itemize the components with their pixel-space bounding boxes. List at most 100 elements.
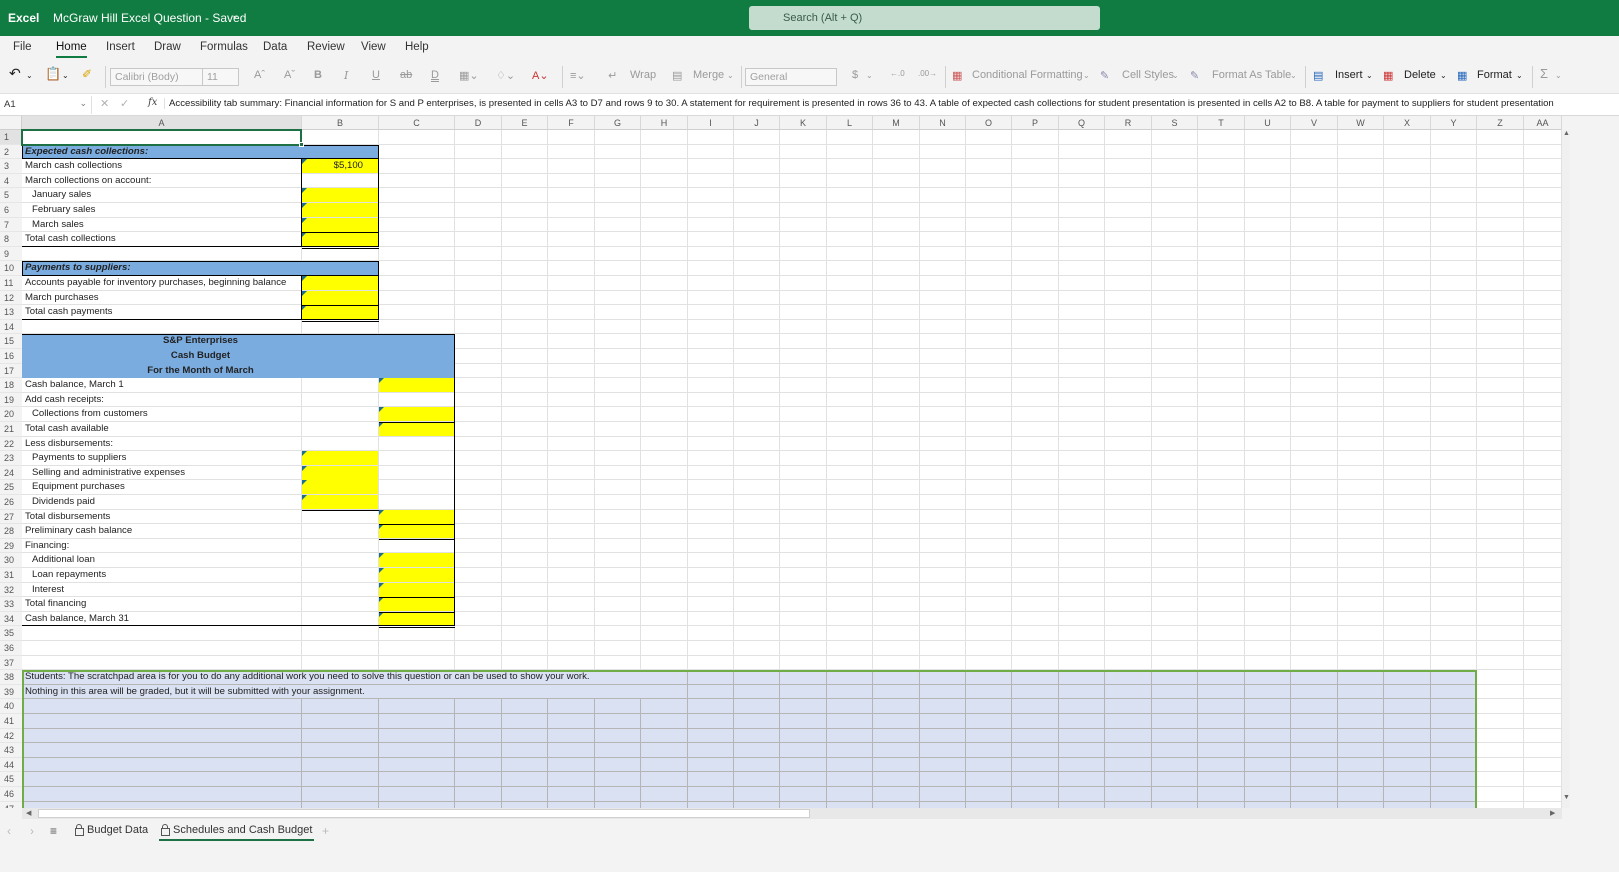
chevron-down-icon[interactable]: ⌄ xyxy=(1366,71,1373,80)
input-cell-c28[interactable] xyxy=(379,524,454,539)
cell-a15[interactable]: S&P Enterprises xyxy=(22,334,379,349)
name-box[interactable]: A1 ⌄ xyxy=(0,96,92,114)
column-header-w[interactable]: W xyxy=(1338,116,1384,130)
horizontal-scrollbar[interactable]: ◀ ▶ xyxy=(22,808,1562,819)
column-header-b[interactable]: B xyxy=(302,116,379,130)
strikethrough-icon[interactable]: ab xyxy=(400,69,412,81)
row-header-17[interactable]: 17 xyxy=(0,363,22,379)
row-header-2[interactable]: 2 xyxy=(0,144,22,160)
cell-a24[interactable]: Selling and administrative expenses xyxy=(32,466,185,481)
row-header-26[interactable]: 26 xyxy=(0,495,22,510)
conditional-formatting-icon[interactable]: ▦ xyxy=(952,69,962,82)
chevron-down-icon[interactable]: ⌄ xyxy=(231,10,239,21)
row-header-1[interactable]: 1 xyxy=(0,130,22,145)
bold-icon[interactable]: B xyxy=(314,69,322,81)
row-header-23[interactable]: 23 xyxy=(0,451,22,466)
document-title[interactable]: McGraw Hill Excel Question - Saved xyxy=(53,11,246,25)
double-underline-icon[interactable]: D xyxy=(431,69,439,81)
row-header-8[interactable]: 8 xyxy=(0,232,22,247)
format-painter-icon[interactable]: ✐ xyxy=(82,67,92,81)
cell-a7[interactable]: March sales xyxy=(32,218,84,233)
all-sheets-menu-icon[interactable]: ≡ xyxy=(50,824,57,838)
scroll-left-icon[interactable]: ◀ xyxy=(26,809,31,817)
italic-icon[interactable]: I xyxy=(344,69,348,82)
column-header-o[interactable]: O xyxy=(966,116,1012,130)
cell-a27[interactable]: Total disbursements xyxy=(25,510,110,525)
column-header-g[interactable]: G xyxy=(595,116,641,130)
column-header-m[interactable]: M xyxy=(873,116,920,130)
column-header-u[interactable]: U xyxy=(1245,116,1291,130)
row-header-31[interactable]: 31 xyxy=(0,568,22,583)
sheet-tab-schedules-and-cash-budget[interactable]: Schedules and Cash Budget xyxy=(158,824,315,841)
chevron-down-icon[interactable]: ⌄ xyxy=(866,71,873,80)
row-header-24[interactable]: 24 xyxy=(0,465,22,481)
column-header-c[interactable]: C xyxy=(379,116,455,130)
row-header-20[interactable]: 20 xyxy=(0,407,22,422)
conditional-formatting-button[interactable]: Conditional Formatting xyxy=(972,69,1083,81)
row-header-21[interactable]: 21 xyxy=(0,422,22,437)
row-header-9[interactable]: 9 xyxy=(0,246,22,262)
row-header-37[interactable]: 37 xyxy=(0,655,22,671)
cell-a19[interactable]: Add cash receipts: xyxy=(25,393,104,408)
row-header-30[interactable]: 30 xyxy=(0,553,22,568)
cell-styles-button[interactable]: Cell Styles xyxy=(1122,69,1174,81)
font-size-select[interactable]: 11 xyxy=(202,68,239,86)
input-cell-c18[interactable] xyxy=(379,378,454,393)
insert-cells-button[interactable]: Insert xyxy=(1335,69,1363,81)
row-header-34[interactable]: 34 xyxy=(0,611,22,627)
column-header-d[interactable]: D xyxy=(455,116,502,130)
column-header-l[interactable]: L xyxy=(827,116,873,130)
input-cell-b6[interactable] xyxy=(302,203,378,218)
increase-decimal-icon[interactable]: ←.0 xyxy=(890,69,905,78)
chevron-down-icon[interactable]: ⌄ xyxy=(1172,71,1179,80)
chevron-down-icon[interactable]: ⌄ xyxy=(1516,71,1523,80)
format-as-table-button[interactable]: Format As Table xyxy=(1212,69,1291,81)
cell-a33[interactable]: Total financing xyxy=(25,597,86,612)
row-header-36[interactable]: 36 xyxy=(0,641,22,656)
chevron-down-icon[interactable]: ⌄ xyxy=(1083,71,1090,80)
cell-a39[interactable]: Nothing in this area will be graded, but… xyxy=(25,685,365,700)
vertical-scrollbar[interactable]: ▲ ▼ xyxy=(1562,130,1570,808)
row-header-33[interactable]: 33 xyxy=(0,597,22,612)
autosum-button[interactable]: Σ xyxy=(1540,66,1548,81)
tab-data[interactable]: Data xyxy=(263,41,287,53)
scroll-right-icon[interactable]: ▶ xyxy=(1550,809,1555,817)
input-cell-c34[interactable] xyxy=(379,611,454,626)
row-header-10[interactable]: 10 xyxy=(0,261,22,276)
format-cells-icon[interactable]: ▦ xyxy=(1457,69,1467,82)
column-header-k[interactable]: K xyxy=(780,116,827,130)
cancel-icon[interactable]: ✕ xyxy=(100,97,109,110)
currency-button[interactable]: $ xyxy=(852,69,858,81)
input-cell-b7[interactable] xyxy=(302,217,378,232)
cell-a12[interactable]: March purchases xyxy=(25,291,99,306)
chevron-down-icon[interactable]: ⌄ xyxy=(1555,71,1562,80)
row-header-13[interactable]: 13 xyxy=(0,305,22,320)
undo-icon[interactable]: ↶ xyxy=(9,65,21,82)
formula-input[interactable]: Accessibility tab summary: Financial inf… xyxy=(164,98,1619,109)
cell-styles-icon[interactable]: ✎ xyxy=(1100,69,1109,82)
input-cell-b11[interactable] xyxy=(302,276,378,291)
column-header-r[interactable]: R xyxy=(1105,116,1152,130)
chevron-down-icon[interactable]: ⌄ xyxy=(62,71,69,80)
row-header-22[interactable]: 22 xyxy=(0,436,22,452)
merge-icon[interactable]: ▤ xyxy=(672,69,682,82)
fill-color-icon[interactable]: ♢⌄ xyxy=(496,69,515,82)
cell-a23[interactable]: Payments to suppliers xyxy=(32,451,126,466)
selected-cell-a1[interactable] xyxy=(21,129,302,146)
row-header-29[interactable]: 29 xyxy=(0,538,22,554)
cell-a8[interactable]: Total cash collections xyxy=(25,232,116,247)
row-header-28[interactable]: 28 xyxy=(0,524,22,539)
input-cell-c31[interactable] xyxy=(379,568,454,583)
input-cell-c21[interactable] xyxy=(379,422,454,437)
previous-sheet-icon[interactable]: ‹ xyxy=(7,824,11,838)
row-header-39[interactable]: 39 xyxy=(0,684,22,700)
fill-handle[interactable] xyxy=(299,141,304,147)
row-header-15[interactable]: 15 xyxy=(0,334,22,349)
column-header-j[interactable]: J xyxy=(734,116,780,130)
row-header-44[interactable]: 44 xyxy=(0,757,22,773)
input-cell-c27[interactable] xyxy=(379,509,454,524)
row-header-27[interactable]: 27 xyxy=(0,509,22,525)
align-icon[interactable]: ≡⌄ xyxy=(570,69,586,82)
number-format-select[interactable]: General xyxy=(745,68,837,86)
app-name[interactable]: Excel xyxy=(8,11,39,25)
